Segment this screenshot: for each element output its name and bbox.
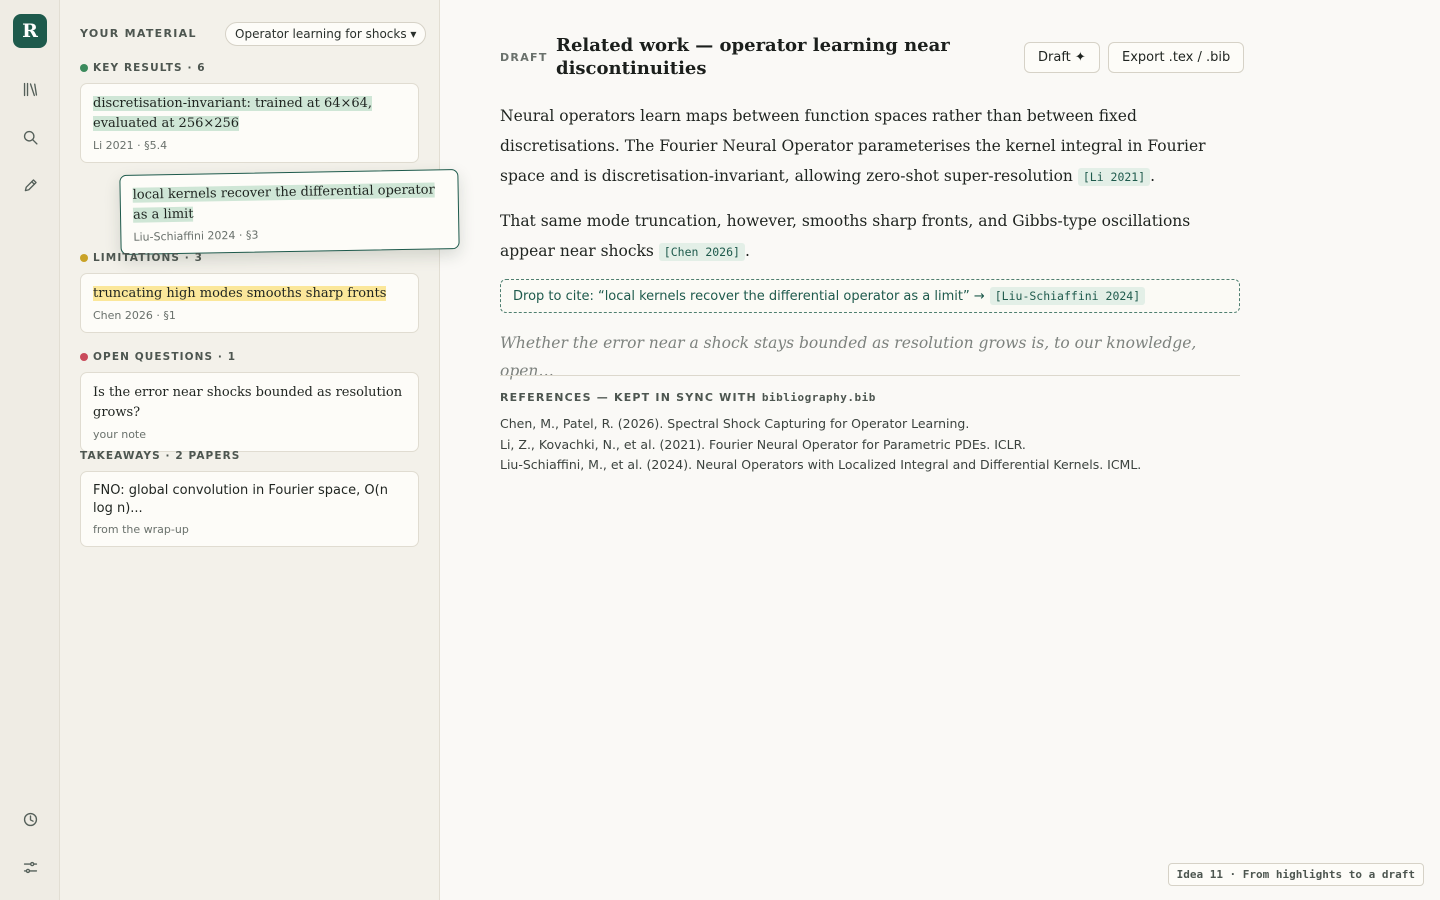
reference-item: Liu-Schiaffini, M., et al. (2024). Neura… [500,457,1142,472]
paragraph-text: That same mode truncation, however, smoo… [500,212,1191,260]
note-card[interactable]: Is the error near shocks bounded as reso… [80,372,419,452]
highlight-card[interactable]: discretisation-invariant: trained at 64×… [80,83,419,163]
limitations-dot [80,254,88,262]
takeaway-card[interactable]: FNO: global convolution in Fourier space… [80,471,419,547]
highlight-text: truncating high modes smooths sharp fron… [93,286,387,301]
references-title: REFERENCES — KEPT IN SYNC WITH bibliogra… [500,391,876,404]
key-results-dot [80,64,88,72]
card-source: Liu-Schiaffini 2024 · §3 [133,228,259,244]
section-limitations: LIMITATIONS · 3 [80,252,203,264]
card-text: truncating high modes smooths sharp fron… [93,284,406,304]
suggested-continuation[interactable]: Whether the error near a shock stays bou… [500,329,1240,385]
section-label: TAKEAWAYS · 2 PAPERS [80,450,241,462]
card-source: Chen 2026 · §1 [93,309,176,322]
paragraph-end: . [1150,167,1156,185]
pencil-icon[interactable] [18,173,42,197]
section-takeaways: TAKEAWAYS · 2 PAPERS [80,450,240,462]
drop-zone-text: Drop to cite: “local kernels recover the… [513,288,985,304]
card-text: Is the error near shocks bounded as reso… [93,385,403,420]
panel-title: YOUR MATERIAL [80,27,197,40]
search-icon[interactable] [18,125,42,149]
topic-select[interactable]: Operator learning for shocks ▾ [225,22,427,46]
dragging-highlight-card[interactable]: local kernels recover the differential o… [119,169,460,255]
draft-button[interactable]: Draft ✦ [1024,42,1100,73]
card-text: discretisation-invariant: trained at 64×… [93,94,406,134]
bibliography-file: bibliography.bib [761,391,876,404]
draft-title[interactable]: Related work — operator learning near di… [556,34,976,80]
citation-chip[interactable]: [Li 2021] [1077,168,1151,186]
references-divider [500,375,1240,376]
material-panel: YOUR MATERIAL Operator learning for shoc… [60,0,460,900]
library-icon[interactable] [18,77,42,101]
section-label: LIMITATIONS · 3 [93,252,204,264]
card-text: local kernels recover the differential o… [133,180,447,225]
card-source: your note [93,428,147,441]
highlight-text: local kernels recover the differential o… [132,182,435,223]
paragraph-end: . [744,242,750,260]
draft-label: DRAFT [500,51,548,64]
idea-tag: Idea 11 · From highlights to a draft [1167,863,1424,886]
references-title-text: REFERENCES — KEPT IN SYNC WITH [500,391,762,404]
draft-paragraph[interactable]: Neural operators learn maps between func… [500,101,1240,192]
citation-chip: [Liu-Schiaffini 2024] [989,287,1146,305]
highlight-card[interactable]: truncating high modes smooths sharp fron… [80,273,419,333]
app-logo[interactable]: R [13,14,47,48]
reference-item: Li, Z., Kovachki, N., et al. (2021). Fou… [500,437,1026,452]
section-label: KEY RESULTS · 6 [93,62,206,74]
card-source: from the wrap-up [93,523,189,536]
citation-drop-zone[interactable]: Drop to cite: “local kernels recover the… [500,279,1240,313]
app-rail: R [0,0,60,900]
card-text: FNO: global convolution in Fourier space… [93,483,388,516]
section-key-results: KEY RESULTS · 6 [80,62,206,74]
reference-item: Chen, M., Patel, R. (2026). Spectral Sho… [500,416,970,431]
open-questions-dot [80,353,88,361]
history-icon[interactable] [18,807,42,831]
card-source: Li 2021 · §5.4 [93,139,168,152]
highlight-text: discretisation-invariant: trained at 64×… [93,96,373,131]
section-label: OPEN QUESTIONS · 1 [93,351,237,363]
section-open-questions: OPEN QUESTIONS · 1 [80,351,236,363]
export-button[interactable]: Export .tex / .bib [1108,42,1245,73]
citation-chip[interactable]: [Chen 2026] [658,243,745,261]
draft-paragraph[interactable]: That same mode truncation, however, smoo… [500,206,1240,267]
settings-sliders-icon[interactable] [18,855,42,879]
